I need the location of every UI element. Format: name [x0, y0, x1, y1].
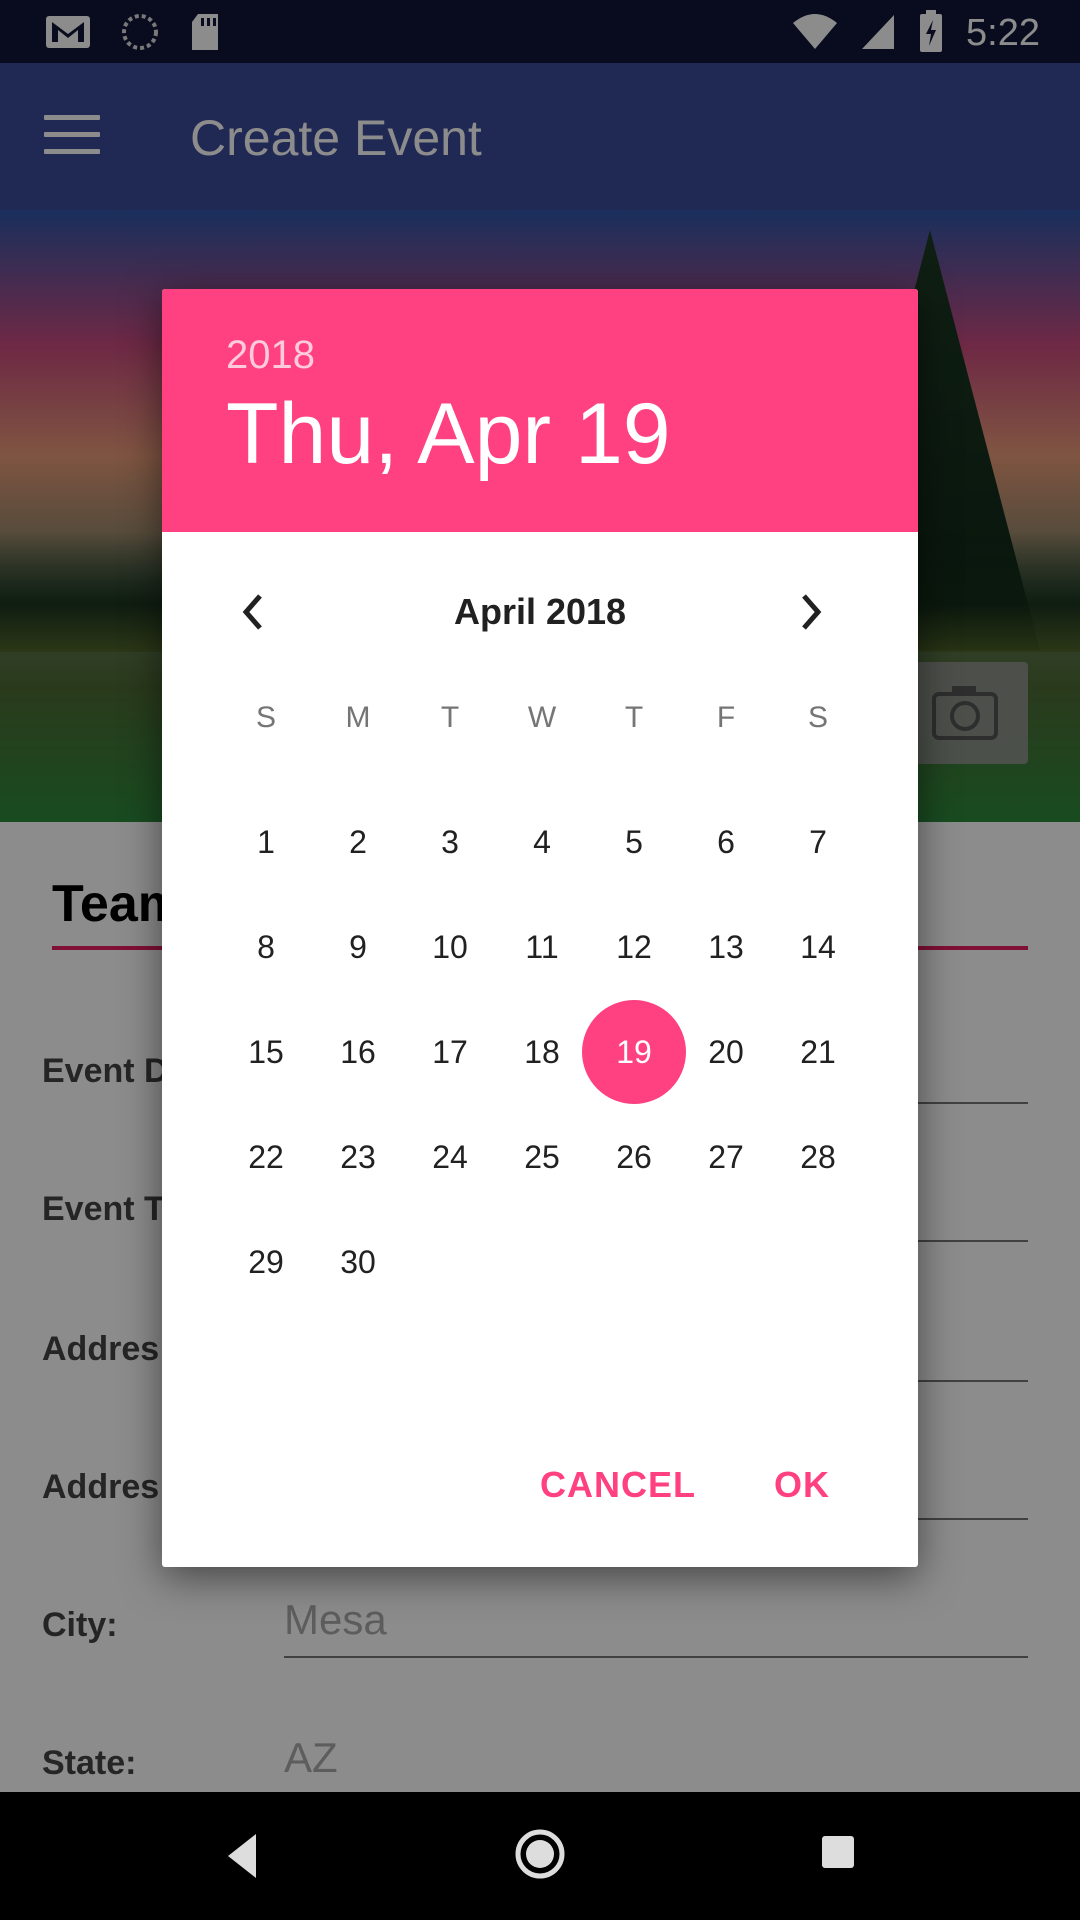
day-cell[interactable]: 5: [582, 790, 686, 894]
day-cell-selected[interactable]: 19: [582, 1000, 686, 1104]
back-icon[interactable]: [222, 1828, 262, 1889]
header-date[interactable]: Thu, Apr 19: [226, 385, 671, 484]
day-cell[interactable]: 11: [490, 895, 594, 999]
day-cell[interactable]: 4: [490, 790, 594, 894]
day-cell[interactable]: 13: [674, 895, 778, 999]
weekday-sun: S: [255, 701, 276, 734]
dialog-actions: CANCEL OK: [162, 1447, 918, 1527]
day-cell[interactable]: 16: [306, 1000, 410, 1104]
day-cell[interactable]: 21: [766, 1000, 870, 1104]
date-picker-header: 2018 Thu, Apr 19: [162, 289, 918, 532]
day-cell[interactable]: 22: [214, 1105, 318, 1209]
day-cell[interactable]: 29: [214, 1210, 318, 1314]
day-cell[interactable]: 14: [766, 895, 870, 999]
day-cell[interactable]: 3: [398, 790, 502, 894]
day-cell[interactable]: 20: [674, 1000, 778, 1104]
weekday-fri: F: [716, 701, 736, 734]
day-cell[interactable]: 2: [306, 790, 410, 894]
system-nav-bar: [0, 1792, 1080, 1920]
day-cell[interactable]: 26: [582, 1105, 686, 1209]
day-cell[interactable]: 25: [490, 1105, 594, 1209]
day-cell[interactable]: 30: [306, 1210, 410, 1314]
day-cell[interactable]: 10: [398, 895, 502, 999]
day-cell[interactable]: 18: [490, 1000, 594, 1104]
ok-button[interactable]: OK: [774, 1447, 830, 1523]
day-cell[interactable]: 8: [214, 895, 318, 999]
day-cell[interactable]: 9: [306, 895, 410, 999]
weekday-sat: S: [807, 701, 828, 734]
weekday-tue: T: [440, 701, 460, 734]
day-cell[interactable]: 28: [766, 1105, 870, 1209]
cancel-button[interactable]: CANCEL: [540, 1447, 696, 1523]
weekday-thu: T: [624, 701, 644, 734]
day-cell[interactable]: 27: [674, 1105, 778, 1209]
day-cell[interactable]: 7: [766, 790, 870, 894]
weekday-mon: M: [345, 701, 371, 734]
chevron-right-icon: [802, 594, 822, 630]
weekday-header-row: S M T W T F S: [220, 701, 864, 761]
date-picker-dialog: 2018 Thu, Apr 19 April 2018 S M T W T F …: [162, 289, 918, 1567]
recents-icon[interactable]: [818, 1832, 858, 1877]
day-cell[interactable]: 12: [582, 895, 686, 999]
header-year[interactable]: 2018: [226, 333, 315, 378]
weekday-wed: W: [527, 701, 557, 734]
day-cell[interactable]: 6: [674, 790, 778, 894]
day-cell[interactable]: 24: [398, 1105, 502, 1209]
day-cell[interactable]: 23: [306, 1105, 410, 1209]
day-cell[interactable]: 17: [398, 1000, 502, 1104]
home-icon[interactable]: [512, 1826, 568, 1887]
month-navigation: April 2018: [162, 579, 918, 645]
next-month-button[interactable]: [778, 579, 844, 645]
day-cell[interactable]: 1: [214, 790, 318, 894]
day-cell[interactable]: 15: [214, 1000, 318, 1104]
